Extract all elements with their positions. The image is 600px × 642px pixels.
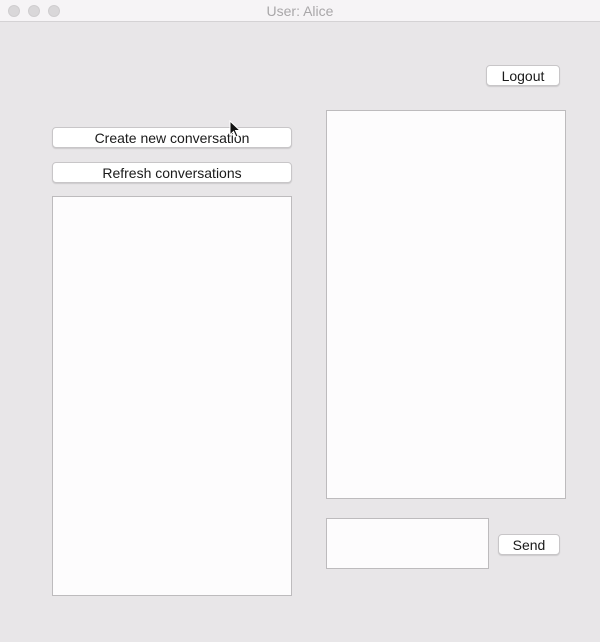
title-bar: User: Alice [0, 0, 600, 22]
conversation-list[interactable] [52, 196, 292, 596]
message-history[interactable] [326, 110, 566, 499]
send-button[interactable]: Send [498, 534, 560, 555]
refresh-conversations-button[interactable]: Refresh conversations [52, 162, 292, 183]
logout-button[interactable]: Logout [486, 65, 560, 86]
message-input[interactable] [326, 518, 489, 569]
window-title: User: Alice [266, 3, 334, 19]
mouse-pointer-icon [229, 120, 242, 138]
create-conversation-button[interactable]: Create new conversation [52, 127, 292, 148]
